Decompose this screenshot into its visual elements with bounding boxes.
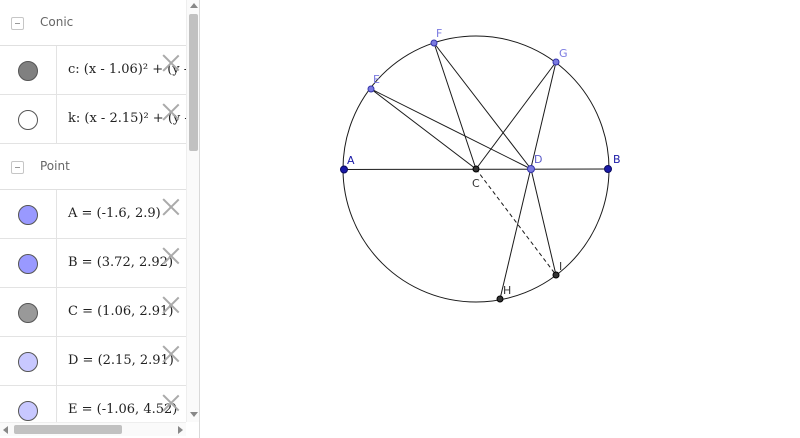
delete-icon[interactable]: [162, 102, 180, 120]
algebra-row-D[interactable]: D = (2.15, 2.91): [0, 337, 186, 386]
label-A: A: [347, 154, 355, 167]
label-G: G: [559, 47, 568, 60]
label-B: B: [613, 153, 621, 166]
label-E: E: [373, 73, 380, 86]
algebra-row-c[interactable]: c: (x - 1.06)² + (y - 2.91)² = 7.14: [0, 46, 186, 95]
visibility-toggle-icon[interactable]: [18, 303, 38, 323]
group-label-point: Point: [40, 159, 70, 173]
scroll-down-icon[interactable]: [190, 412, 198, 417]
delete-icon[interactable]: [162, 53, 180, 71]
group-header-point[interactable]: Point: [0, 144, 186, 190]
scroll-right-icon[interactable]: [178, 426, 183, 434]
algebra-row-E[interactable]: E = (-1.06, 4.52): [0, 386, 186, 422]
horizontal-scrollbar[interactable]: [0, 422, 186, 436]
delete-icon[interactable]: [162, 295, 180, 313]
segment-FD[interactable]: [433, 42, 532, 170]
delete-icon[interactable]: [162, 393, 180, 411]
delete-icon[interactable]: [162, 246, 180, 264]
point-B[interactable]: [604, 165, 612, 173]
marble-cell: [0, 386, 57, 422]
segment-FC[interactable]: [433, 42, 477, 170]
marble-cell: [0, 337, 57, 385]
scroll-up-icon[interactable]: [190, 3, 198, 8]
algebra-row-k[interactable]: k: (x - 2.15)² + (y - 2.91)² = 4.96: [0, 95, 186, 144]
vertical-scroll-thumb[interactable]: [189, 14, 198, 151]
segment-EC[interactable]: [370, 88, 477, 170]
vertical-scrollbar[interactable]: [186, 0, 199, 422]
algebra-view: Conic c: (x - 1.06)² + (y - 2.91)² = 7.1…: [0, 0, 200, 438]
construction-canvas[interactable]: A B C D E F G H I: [201, 0, 800, 438]
definition-text[interactable]: A = (-1.6, 2.9): [68, 206, 161, 221]
marble-cell: [0, 190, 57, 238]
algebra-list: Conic c: (x - 1.06)² + (y - 2.91)² = 7.1…: [0, 0, 186, 422]
segment-ED[interactable]: [370, 88, 532, 170]
definition-text[interactable]: E = (-1.06, 4.52): [68, 402, 177, 417]
segment-GH[interactable]: [499, 61, 557, 300]
horizontal-scroll-thumb[interactable]: [14, 425, 122, 434]
algebra-row-C[interactable]: C = (1.06, 2.91): [0, 288, 186, 337]
visibility-toggle-icon[interactable]: [18, 352, 38, 372]
visibility-toggle-icon[interactable]: [18, 205, 38, 225]
definition-text[interactable]: D = (2.15, 2.91): [68, 353, 174, 368]
marble-cell: [0, 95, 57, 143]
graphics-view[interactable]: A B C D E F G H I: [201, 0, 800, 438]
collapse-icon[interactable]: [11, 161, 24, 174]
group-label-conic: Conic: [40, 15, 74, 29]
visibility-toggle-icon[interactable]: [18, 254, 38, 274]
label-H: H: [503, 284, 511, 297]
visibility-toggle-icon[interactable]: [18, 401, 38, 421]
algebra-row-A[interactable]: A = (-1.6, 2.9): [0, 190, 186, 239]
point-E[interactable]: [367, 85, 375, 93]
point-A[interactable]: [340, 165, 348, 174]
point-C[interactable]: [472, 165, 480, 173]
algebra-row-B[interactable]: B = (3.72, 2.92): [0, 239, 186, 288]
delete-icon[interactable]: [162, 344, 180, 362]
label-C: C: [472, 177, 480, 190]
visibility-toggle-icon[interactable]: [18, 110, 38, 130]
point-D[interactable]: [527, 165, 535, 173]
point-F[interactable]: [430, 39, 438, 47]
definition-text[interactable]: C = (1.06, 2.91): [68, 304, 173, 319]
visibility-toggle-icon[interactable]: [18, 61, 38, 81]
definition-text[interactable]: B = (3.72, 2.92): [68, 255, 173, 270]
group-header-conic[interactable]: Conic: [0, 0, 186, 46]
label-D: D: [534, 153, 542, 166]
segment-GC[interactable]: [475, 61, 557, 170]
label-F: F: [436, 27, 442, 40]
scroll-left-icon[interactable]: [3, 426, 8, 434]
delete-icon[interactable]: [162, 197, 180, 215]
marble-cell: [0, 46, 57, 94]
label-I: I: [559, 260, 562, 273]
marble-cell: [0, 239, 57, 287]
collapse-icon[interactable]: [11, 17, 24, 30]
marble-cell: [0, 288, 57, 336]
